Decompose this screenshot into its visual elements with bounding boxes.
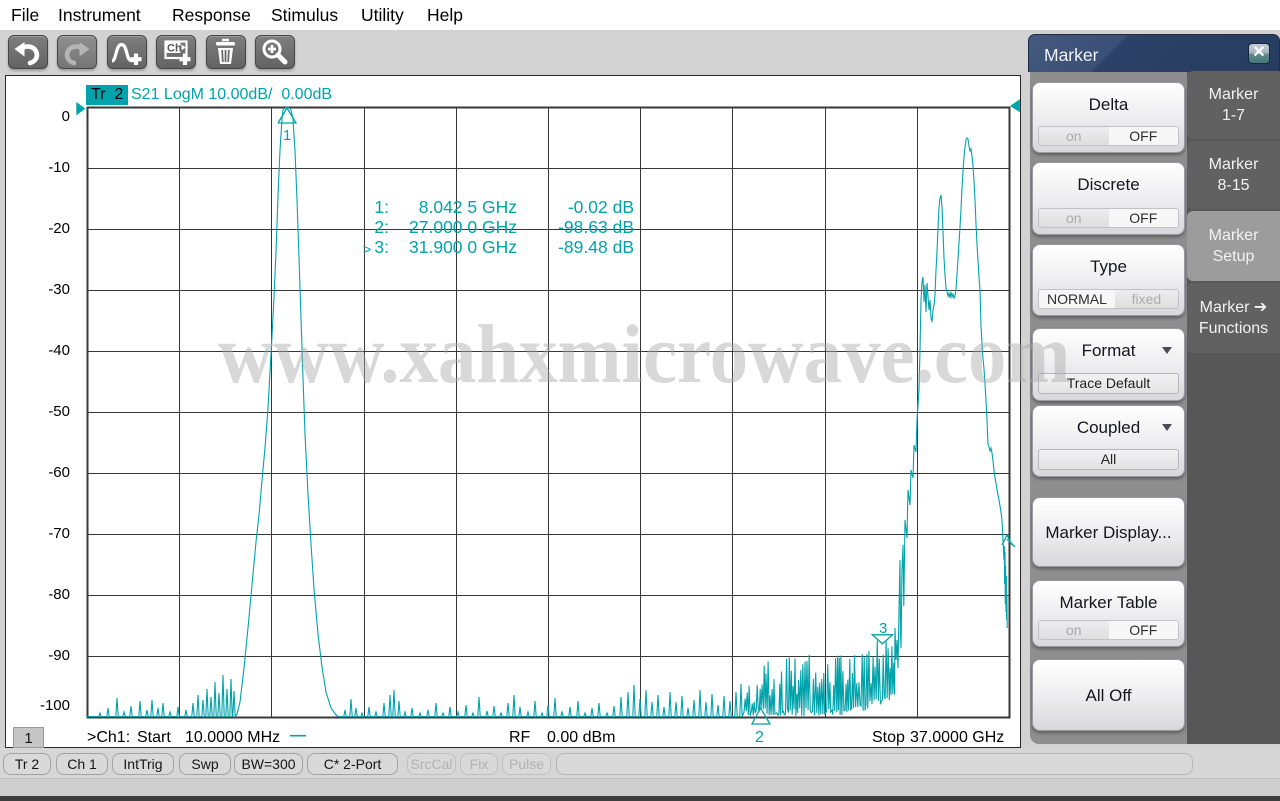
svg-text:3: 3: [879, 620, 887, 637]
svg-text:1: 1: [283, 127, 291, 144]
svg-text:Ch: Ch: [167, 43, 182, 55]
